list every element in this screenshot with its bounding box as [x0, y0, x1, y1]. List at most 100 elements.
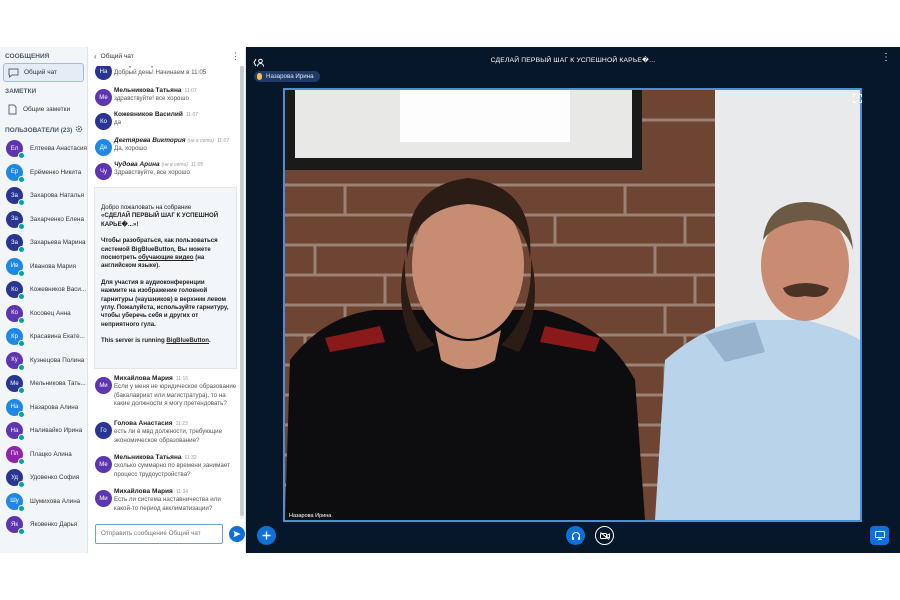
toggle-userlist-icon[interactable] [253, 54, 264, 72]
chat-scrollbar[interactable] [240, 66, 244, 519]
more-options-icon[interactable]: ⋮ [231, 51, 240, 62]
user-avatar: Ко [6, 281, 25, 300]
user-list-item[interactable]: На Наливайко Ирина [0, 419, 87, 442]
message-time: 11:07 [216, 138, 230, 144]
user-list-item[interactable]: За Захарова Наталья [0, 184, 87, 207]
shared-notes-item[interactable]: Общие заметки [3, 100, 84, 119]
user-avatar: За [6, 187, 25, 206]
actions-plus-button[interactable] [257, 526, 276, 545]
chat-bubble-icon [7, 67, 19, 79]
user-name: Ерёменко Никита [30, 168, 82, 176]
message-text: есть ли в мвд должности, требующие эконо… [114, 428, 223, 444]
avatar-initials: На [99, 68, 108, 75]
user-avatar: Уд [6, 469, 25, 488]
user-list-item[interactable]: Ку Кузнецова Полина [0, 349, 87, 372]
user-name: Захарченко Елена [30, 215, 84, 223]
user-name: Назарова Алина [30, 403, 79, 411]
avatar-initials: За [11, 239, 18, 246]
app-window: СООБЩЕНИЯ Общий чат ЗАМЕТКИ Общие заметк… [0, 47, 900, 553]
message-time: 11:07 [185, 112, 199, 118]
send-button[interactable] [229, 525, 245, 542]
user-list-item[interactable]: Ко Кожевников Васи... [0, 278, 87, 301]
user-list-item[interactable]: Уд Удовенко София [0, 466, 87, 489]
tutorial-video-link[interactable]: обучающие видео [138, 254, 193, 261]
welcome-audio-text: Для участия в аудиоконференции нажмите н… [101, 278, 229, 328]
avatar-initials: Ел [10, 145, 19, 152]
message-text: Добрый день! Начинаем в 11:05 [114, 69, 207, 76]
avatar-initials: Ме [99, 94, 108, 101]
chevron-left-icon[interactable]: ‹ [94, 52, 97, 61]
audio-headphones-button[interactable] [566, 526, 585, 545]
bigbluebutton-link[interactable]: BigBlueButton [166, 337, 209, 344]
avatar-initials: Ко [100, 118, 107, 125]
user-list-item[interactable]: Шу Шумихова Алина [0, 490, 87, 513]
message-header: Голова Анастасия 11:23 [114, 420, 237, 427]
webcam-video[interactable] [283, 88, 862, 522]
user-avatar: Ме [6, 375, 25, 394]
user-list-item[interactable]: Ко Косовец Анна [0, 302, 87, 325]
welcome-line1: Добро пожаловать на собрание [101, 204, 192, 211]
user-list-item[interactable]: Ив Иванова Мария [0, 255, 87, 278]
chat-panel: ‹ Общий чат ⋮ На Назарова Ирина11:01Добры… [88, 47, 246, 553]
avatar-initials: Ми [99, 382, 108, 389]
avatar-initials: Чу [100, 168, 107, 175]
user-name: Косовец Анна [30, 309, 71, 317]
options-menu-icon[interactable]: ⋮ [881, 53, 891, 63]
user-list-item[interactable]: За Захарченко Елена [0, 208, 87, 231]
user-avatar: За [6, 210, 25, 230]
online-status-dot [18, 246, 25, 253]
user-avatar: Як [6, 516, 25, 535]
fullscreen-icon[interactable] [853, 90, 862, 103]
message-author: Михайлова Мария [114, 488, 173, 495]
user-list-item[interactable]: Ме Мельникова Тать... [0, 372, 87, 395]
welcome-server-text: This server is running [101, 337, 167, 345]
avatar-initials: Ко [11, 286, 18, 293]
avatar-initials: Шу [10, 498, 19, 504]
message-time: 11:01 [170, 66, 182, 68]
public-chat-item[interactable]: Общий чат [3, 63, 84, 82]
meeting-title: СДЕЛАЙ ПЕРВЫЙ ШАГ К УСПЕШНОЙ КАРЬЕ�... [490, 56, 656, 64]
chat-scrollbar-thumb[interactable] [240, 66, 244, 516]
message-text: Да, хорошо [114, 145, 147, 152]
message-author: Мельникова Татьяна [114, 87, 182, 94]
user-list-item[interactable]: Ел Елтеева Анастасия [0, 137, 87, 160]
message-author: Дегтярева Виктория [114, 137, 186, 144]
message-author: Голова Анастасия [114, 420, 173, 427]
screen-share-button[interactable] [870, 526, 889, 545]
user-name: Кузнецова Полина [30, 356, 85, 364]
user-sidebar: СООБЩЕНИЯ Общий чат ЗАМЕТКИ Общие заметк… [0, 47, 88, 553]
user-list-item[interactable]: На Назарова Алина [0, 396, 87, 419]
user-list-item[interactable]: Кр Красавина Екате... [0, 325, 87, 348]
public-chat-label: Общий чат [24, 69, 58, 76]
user-list-item[interactable]: Пл Плацко Алина [0, 443, 87, 466]
user-list-item[interactable]: За Захарьева Марина [0, 231, 87, 254]
user-avatar: Ку [6, 351, 25, 371]
online-status-dot [18, 504, 25, 512]
chat-message: Ми Михайлова Мария 11:34 Есть ли система на… [95, 488, 237, 513]
headphones-icon [571, 531, 580, 540]
user-name: Елтеева Анастасия [30, 145, 87, 152]
message-header: Кожевников Василий 11:07 [114, 111, 237, 118]
gear-icon[interactable] [75, 125, 83, 135]
user-avatar: Ив [6, 257, 25, 277]
share-webcam-button[interactable] [595, 526, 614, 545]
message-time: 11:07 [184, 88, 197, 94]
online-status-dot [18, 387, 25, 394]
online-status-dot [18, 293, 25, 300]
webcam-icon [599, 531, 610, 540]
chat-message-input[interactable] [95, 523, 224, 544]
action-bar [246, 523, 900, 553]
message-text: сколько суммарно по времени занимает про… [114, 462, 230, 478]
user-list-item[interactable]: Ер Ерёменко Никита [0, 161, 87, 184]
message-avatar: Ко [95, 113, 112, 130]
avatar-initials: На [10, 427, 19, 434]
user-list-item[interactable]: Як Яковенко Дарья [0, 513, 87, 536]
user-avatar: Ко [6, 304, 25, 324]
avatar-initials: Уд [11, 474, 18, 481]
online-status-dot [18, 340, 25, 347]
avatar-initials: За [11, 192, 18, 199]
messages-heading: СООБЩЕНИЯ [5, 53, 50, 60]
welcome-meeting-name: «СДЕЛАЙ ПЕРВЫЙ ШАГ К УСПЕШНОЙ КАРЬЕ�...»… [101, 212, 219, 228]
message-author: Михайлова Мария [114, 375, 173, 382]
chat-message: Ми Михайлова Мария 11:16 Если у меня не юри… [95, 375, 237, 409]
